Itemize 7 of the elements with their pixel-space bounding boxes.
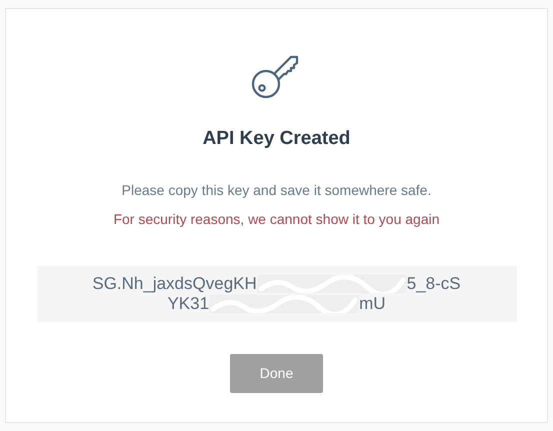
api-key-text: mU <box>359 294 386 314</box>
warning-text: For security reasons, we cannot show it to you again <box>113 210 440 229</box>
instruction-text: Please copy this key and save it somewhere safe. <box>122 180 432 200</box>
api-key-text: 5_8-cS <box>406 274 461 294</box>
api-key-text: YK31 <box>167 294 210 314</box>
dialog-title: API Key Created <box>202 127 350 151</box>
api-key-text: SG.Nh_jaxdsQvegKH <box>92 274 257 294</box>
